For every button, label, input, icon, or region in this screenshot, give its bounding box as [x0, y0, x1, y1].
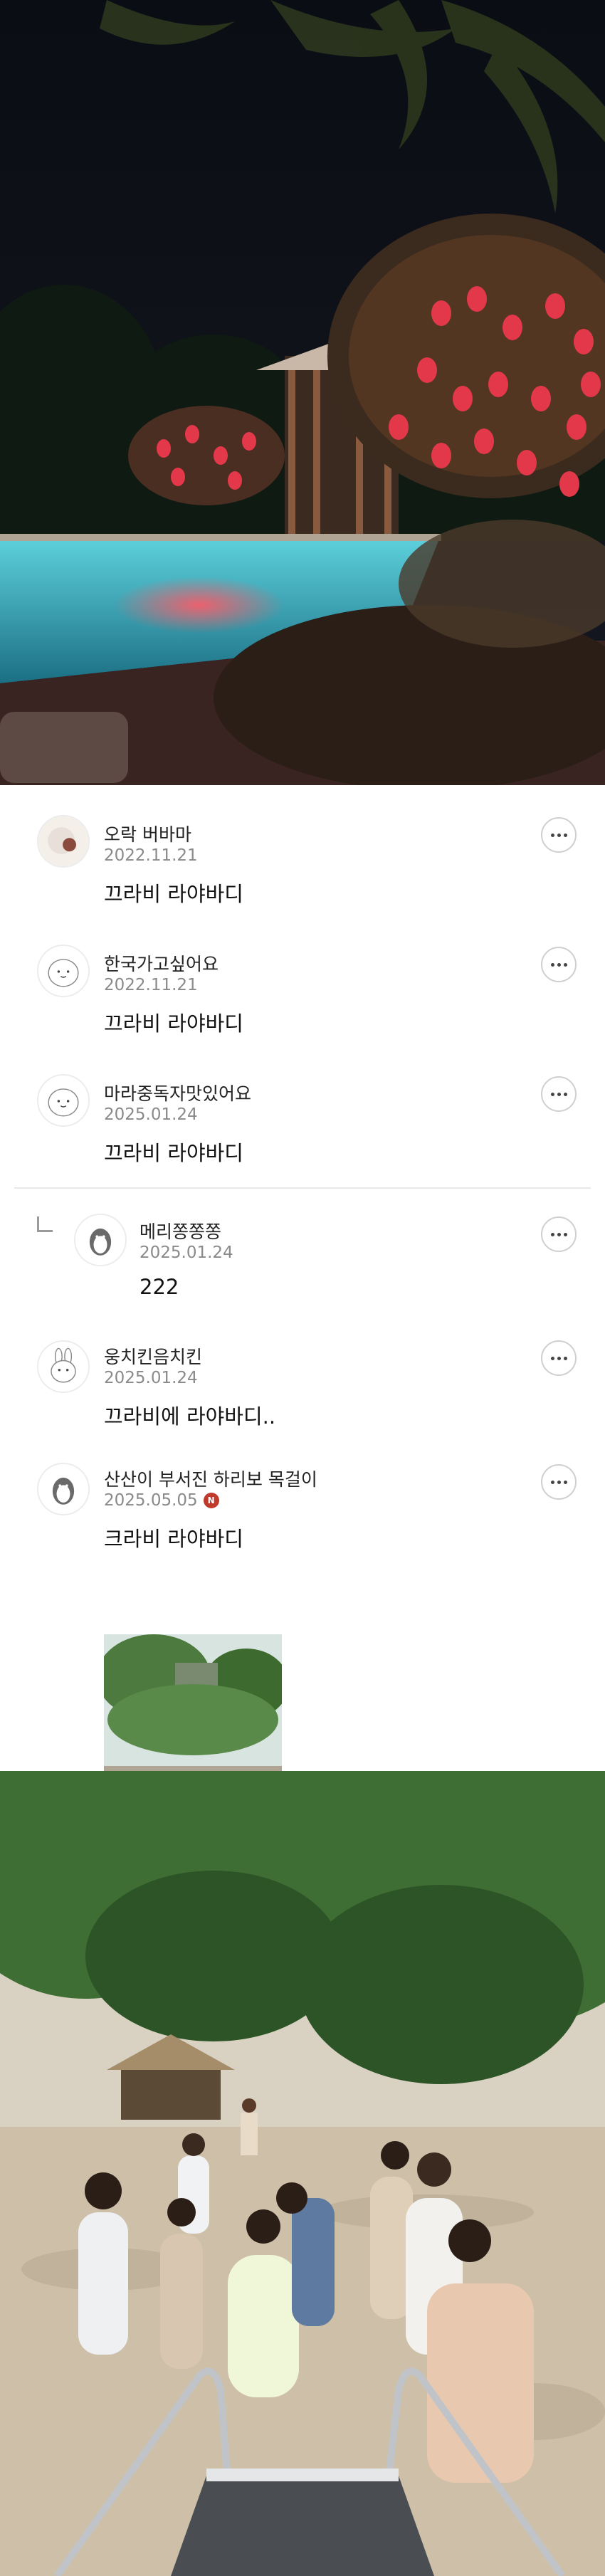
comment-date: 2025.01.24: [104, 1369, 198, 1387]
comment-text: 끄라비에 라야바디..: [104, 1404, 276, 1429]
avatar[interactable]: [37, 1340, 90, 1393]
comment-date: 2025.01.24: [140, 1244, 233, 1262]
more-options-button[interactable]: [541, 1076, 577, 1112]
divider: [14, 1187, 591, 1189]
more-options-button[interactable]: [541, 1464, 577, 1500]
more-options-button[interactable]: [541, 1340, 577, 1376]
resort-beach-photo: [0, 1771, 605, 2576]
comment-text: 끄라비 라야바디: [104, 1141, 243, 1165]
more-options-icon: [550, 833, 554, 837]
comment-date: 2022.11.21: [104, 976, 198, 994]
more-options-button[interactable]: [541, 817, 577, 853]
more-options-icon: [550, 1232, 554, 1236]
comment-author[interactable]: 한국가고싶어요: [104, 950, 219, 976]
avatar[interactable]: [37, 815, 90, 868]
resort-night-pool-photo: [0, 0, 605, 785]
comment-date-text: 2022.11.21: [104, 976, 198, 994]
comment-author[interactable]: 웅치킨음치킨: [104, 1343, 202, 1369]
comment-text: 끄라비 라야바디: [104, 882, 243, 906]
more-options-icon: [550, 962, 554, 967]
comment-date-text: 2025.01.24: [140, 1244, 233, 1262]
comment-date-text: 2025.01.24: [104, 1369, 198, 1387]
comment-date-text: 2025.01.24: [104, 1105, 198, 1124]
avatar[interactable]: [37, 945, 90, 997]
reply-arrow-icon: [37, 1216, 53, 1232]
comment-author[interactable]: 오락 버바마: [104, 821, 191, 846]
comment-list: 오락 버바마 2022.11.21 끄라비 라야바디 한국가고싶어요 2022.…: [0, 785, 605, 1812]
new-badge-icon: N: [203, 1493, 219, 1508]
comment-author[interactable]: 산산이 부서진 하리보 목걸이: [104, 1466, 317, 1491]
avatar[interactable]: [37, 1074, 90, 1127]
comment-date: 2025.05.05 N: [104, 1491, 219, 1510]
comment-author[interactable]: 메리쫑쫑쫑: [140, 1218, 221, 1244]
avatar[interactable]: [37, 1463, 90, 1515]
more-options-icon: [550, 1356, 554, 1360]
comment-text: 끄라비 라야바디: [104, 1011, 243, 1036]
more-options-icon: [550, 1480, 554, 1484]
avatar[interactable]: [74, 1214, 127, 1266]
comment-date: 2022.11.21: [104, 846, 198, 865]
more-options-button[interactable]: [541, 947, 577, 982]
comment-date-text: 2022.11.21: [104, 846, 198, 865]
more-options-icon: [550, 1092, 554, 1096]
comment-text: 222: [140, 1275, 179, 1299]
comment-text: 크라비 라야바디: [104, 1527, 243, 1551]
more-options-button[interactable]: [541, 1216, 577, 1252]
comment-date: 2025.01.24: [104, 1105, 198, 1124]
comment-author[interactable]: 마라중독자맛있어요: [104, 1080, 251, 1105]
comment-date-text: 2025.05.05: [104, 1491, 198, 1510]
